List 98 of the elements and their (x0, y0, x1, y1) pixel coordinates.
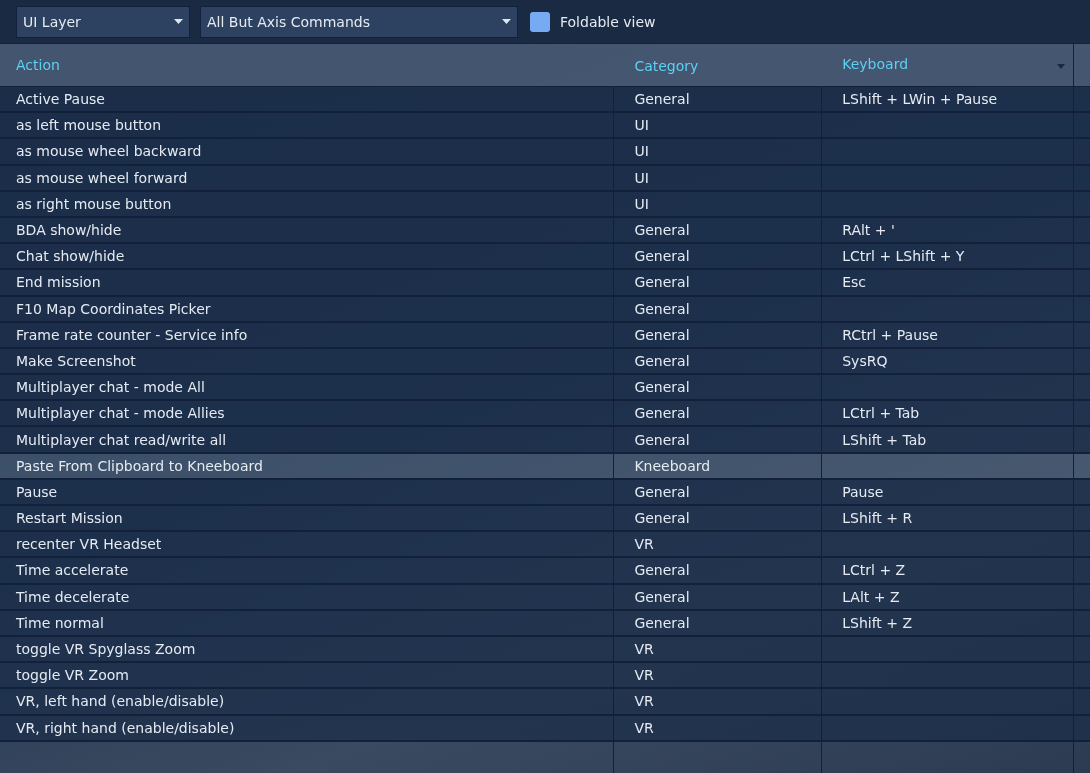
table-cell: F10 Map Coordinates Picker (16, 300, 211, 317)
table-cell: General (634, 379, 690, 396)
table-cell: Chat show/hide (16, 248, 125, 265)
table-cell: Multiplayer chat read/write all (16, 431, 227, 448)
table-row[interactable]: VR, right hand (enable/disable) VR (0, 715, 1090, 742)
table-cell: LShift + LWin + Pause (842, 91, 998, 108)
table-cell: recenter VR Headset (16, 536, 162, 553)
table-cell: Active Pause (16, 91, 105, 108)
sort-icon (1057, 64, 1065, 69)
table-row[interactable]: Time normal General LShift + Z (0, 610, 1090, 637)
table-row[interactable]: Chat show/hide General LCtrl + LShift + Y (0, 244, 1090, 271)
table-cell: VR (634, 693, 654, 710)
table-cell: General (634, 614, 690, 631)
table-cell: Time normal (16, 614, 104, 631)
table-cell: Pause (842, 483, 884, 500)
table-cell: UI (634, 195, 649, 212)
table-row[interactable]: Time decelerate General LAlt + Z (0, 584, 1090, 611)
caret-icon (174, 19, 183, 24)
table-row[interactable]: Multiplayer chat - mode All General (0, 375, 1090, 402)
table-cell: LCtrl + Z (842, 562, 906, 579)
layer-dropdown[interactable]: UI Layer (16, 5, 190, 38)
table-cell: VR, right hand (enable/disable) (16, 719, 235, 736)
table-row[interactable]: BDA show/hide General RAlt + ' (0, 217, 1090, 245)
table-row[interactable]: Time accelerate General LCtrl + Z (0, 558, 1090, 585)
table-row[interactable]: as mouse wheel forward UI (0, 165, 1090, 192)
table-cell: Frame rate counter - Service info (16, 326, 248, 343)
table-cell: UI (634, 143, 649, 160)
filter-dropdown[interactable]: All But Axis Commands (200, 5, 518, 38)
table-cell: LShift + Tab (842, 431, 927, 448)
table-cell: toggle VR Zoom (16, 667, 129, 684)
table-cell: General (634, 588, 690, 605)
table-cell: General (634, 431, 690, 448)
table-cell: Multiplayer chat - mode Allies (16, 405, 225, 422)
table-row[interactable]: Multiplayer chat - mode Allies General LCtrl + Tab (0, 401, 1090, 428)
table-cell: General (634, 326, 690, 343)
table-cell: Pause (16, 483, 58, 500)
table-row[interactable]: Pause General Pause (0, 479, 1090, 506)
table-cell: Time decelerate (16, 588, 130, 605)
table-cell: VR (634, 536, 654, 553)
table-row[interactable]: Make Screenshot General SysRQ (0, 348, 1090, 376)
table-row[interactable]: as right mouse button UI (0, 191, 1090, 218)
checkbox[interactable] (530, 11, 550, 32)
table-row[interactable]: Restart Mission General LShift + R (0, 506, 1090, 533)
table-cell: Restart Mission (16, 510, 123, 527)
table-cell: SysRQ (842, 352, 888, 369)
table-cell: LCtrl + LShift + Y (842, 248, 965, 265)
table-cell: toggle VR Spyglass Zoom (16, 641, 196, 658)
table-row[interactable]: F10 Map Coordinates Picker General (0, 296, 1090, 323)
table-row[interactable]: Frame rate counter - Service info General RCtrl + Pause (0, 322, 1090, 349)
table-cell: as right mouse button (16, 195, 172, 212)
table-cell: BDA show/hide (16, 222, 122, 239)
selected-row[interactable]: Paste From Clipboard to Kneeboard Kneeboard (0, 453, 1090, 480)
table-row[interactable]: recenter VR Headset VR (0, 532, 1090, 559)
table-cell: UI (634, 117, 649, 134)
table-row[interactable]: End mission General Esc (0, 270, 1090, 297)
table-cell: as mouse wheel backward (16, 143, 202, 160)
table-cell: LShift + R (842, 510, 913, 527)
table-cell: as mouse wheel forward (16, 169, 188, 186)
table-cell: UI (634, 169, 649, 186)
table-row[interactable]: as left mouse button UI (0, 113, 1090, 140)
table-cell: General (634, 248, 690, 265)
table-cell: LAlt + Z (842, 588, 900, 605)
column-header[interactable]: Category (614, 44, 823, 86)
table-cell: Kneeboard (634, 457, 711, 474)
table-cell: General (634, 300, 690, 317)
table-row[interactable]: toggle VR Zoom VR (0, 663, 1090, 690)
table-row[interactable]: toggle VR Spyglass Zoom VR (0, 636, 1090, 664)
column-header[interactable]: Keyboard (822, 44, 1074, 86)
table-cell: General (634, 562, 690, 579)
table-cell: VR (634, 719, 654, 736)
table-cell: VR (634, 667, 654, 684)
table-cell: General (634, 405, 690, 422)
table-cell: General (634, 91, 690, 108)
table-row[interactable]: Multiplayer chat read/write all General LShift + Tab (0, 427, 1090, 454)
table-cell: RAlt + ' (842, 222, 895, 239)
table-cell: General (634, 352, 690, 369)
table-cell: VR (634, 641, 654, 658)
table-row[interactable]: VR, left hand (enable/disable) VR (0, 689, 1090, 716)
table-cell: Make Screenshot (16, 352, 136, 369)
table-row[interactable]: Active Pause General LShift + LWin + Pause (0, 87, 1090, 114)
caret-icon (502, 19, 511, 24)
table-cell: Esc (842, 274, 867, 291)
table-cell: LCtrl + Tab (842, 405, 920, 422)
checkbox-label: Foldable view (560, 13, 656, 30)
table-cell: LShift + Z (842, 614, 913, 631)
table-cell: Time accelerate (16, 562, 129, 579)
table-cell: General (634, 510, 690, 527)
table-cell: End mission (16, 274, 101, 291)
table-row[interactable]: as mouse wheel backward UI (0, 139, 1090, 166)
table-cell: General (634, 222, 690, 239)
table-cell: RCtrl + Pause (842, 326, 938, 343)
table-cell: Multiplayer chat - mode All (16, 379, 205, 396)
table-cell: General (634, 483, 690, 500)
table-cell: VR, left hand (enable/disable) (16, 693, 225, 710)
table-cell: General (634, 274, 690, 291)
table-cell: Paste From Clipboard to Kneeboard (16, 457, 263, 474)
table-cell: as left mouse button (16, 117, 162, 134)
column-header[interactable]: Action (0, 44, 615, 86)
